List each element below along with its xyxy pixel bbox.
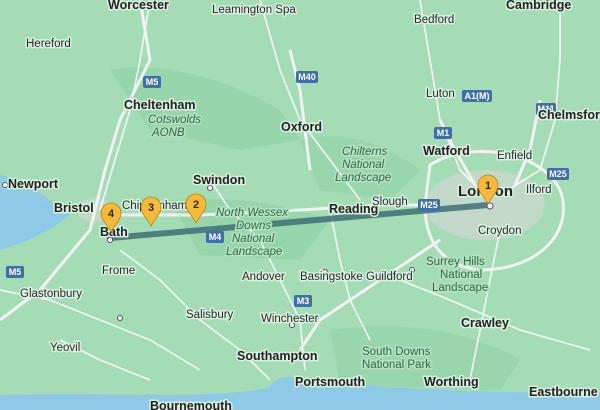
label-leamington-spa: Leamington Spa — [212, 4, 296, 16]
svg-text:M1: M1 — [437, 128, 450, 138]
label-portsmouth: Portsmouth — [295, 375, 365, 389]
svg-text:M5: M5 — [9, 267, 22, 277]
road-shield-m4: M4 — [206, 231, 224, 243]
label-basingstoke: Basingstoke — [300, 271, 363, 283]
label-winchester: Winchester — [261, 313, 319, 325]
label-crawley: Crawley — [461, 316, 509, 330]
label-worcester: Worcester — [108, 0, 169, 12]
label-oxford: Oxford — [281, 120, 322, 134]
label-slough: Slough — [372, 196, 408, 208]
label-newport: Newport — [8, 177, 59, 191]
label-bedford: Bedford — [414, 14, 454, 26]
road-shield-m5-south: M5 — [6, 266, 24, 278]
label-chilterns: Chilterns National Landscape — [335, 146, 391, 184]
map-canvas[interactable]: M5 M40 A1(M) M11 M1 M25 M25 M4 M5 M3 Wor… — [0, 0, 600, 410]
map-view[interactable]: M5 M40 A1(M) M11 M1 M25 M25 M4 M5 M3 Wor… — [0, 0, 600, 410]
label-southampton: Southampton — [237, 349, 318, 363]
label-ilford: Ilford — [526, 184, 552, 196]
label-luton: Luton — [426, 88, 455, 100]
road-shield-m40: M40 — [296, 71, 318, 83]
svg-text:A1(M): A1(M) — [465, 91, 490, 101]
label-andover: Andover — [242, 271, 285, 283]
svg-text:M5: M5 — [146, 77, 159, 87]
label-hereford: Hereford — [26, 38, 71, 50]
label-cheltenham: Cheltenham — [124, 98, 196, 112]
road-shield-m3: M3 — [294, 295, 312, 307]
road-shield-m25-east: M25 — [547, 168, 569, 180]
label-swindon: Swindon — [193, 173, 245, 187]
label-chelmsford: Chelmsford — [538, 108, 600, 122]
label-yeovil: Yeovil — [50, 342, 80, 354]
label-worthing: Worthing — [424, 375, 479, 389]
label-salisbury: Salisbury — [186, 309, 234, 321]
label-reading: Reading — [329, 202, 378, 216]
label-bristol: Bristol — [54, 201, 94, 215]
label-guildford: Guildford — [366, 271, 413, 283]
svg-text:M25: M25 — [549, 169, 567, 179]
road-shield-m5-north: M5 — [143, 76, 161, 88]
svg-text:M40: M40 — [298, 72, 316, 82]
label-eastbourne: Eastbourne — [529, 385, 598, 399]
label-glastonbury: Glastonbury — [20, 288, 82, 300]
svg-text:2: 2 — [193, 199, 199, 211]
label-enfield: Enfield — [497, 150, 532, 162]
label-cambridge: Cambridge — [506, 0, 571, 12]
label-watford: Watford — [423, 144, 470, 158]
label-frome: Frome — [102, 265, 135, 277]
label-south-downs: South Downs National Park — [362, 346, 434, 371]
svg-text:M3: M3 — [297, 296, 310, 306]
road-shield-a1m: A1(M) — [462, 90, 492, 102]
svg-text:M4: M4 — [209, 232, 222, 242]
svg-text:M25: M25 — [420, 200, 438, 210]
label-bournemouth: Bournemouth — [150, 399, 232, 410]
label-croydon: Croydon — [478, 225, 521, 237]
svg-text:4: 4 — [108, 208, 115, 220]
road-shield-m1: M1 — [434, 127, 452, 139]
road-shield-m25-west: M25 — [418, 199, 440, 211]
svg-text:3: 3 — [148, 202, 154, 214]
svg-text:1: 1 — [485, 180, 491, 192]
